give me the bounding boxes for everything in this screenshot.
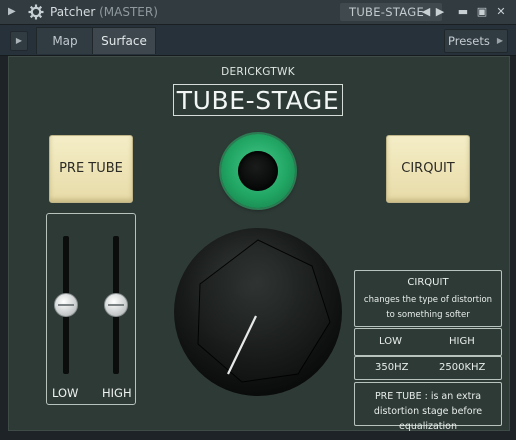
- plugin-selector-label: TUBE-STAGE: [349, 5, 425, 19]
- channel-name: (MASTER): [99, 5, 158, 19]
- low-slider-thumb[interactable]: [54, 293, 78, 317]
- drive-knob[interactable]: [172, 226, 344, 398]
- maximize-icon[interactable]: ▣: [475, 4, 489, 20]
- cirquit-button[interactable]: CIRQUIT: [386, 135, 470, 203]
- pre-tube-button[interactable]: PRE TUBE: [49, 135, 133, 203]
- tab-surface[interactable]: Surface: [92, 27, 156, 54]
- title-bar: ▶ Patcher (MASTER) TUBE-STAGE ◀ ▶ ▬ ▣ ✕: [0, 0, 516, 25]
- cirquit-info-box: CIRQUIT changes the type of distortion t…: [354, 270, 502, 327]
- low-slider-label: LOW: [52, 386, 79, 400]
- menu-arrow-icon[interactable]: ▶: [8, 5, 20, 19]
- status-led: [221, 134, 295, 208]
- window-title: Patcher (MASTER): [50, 4, 158, 20]
- pre-tube-info-desc: PRE TUBE : is an extra distortion stage …: [373, 391, 483, 432]
- presets-label: Presets: [448, 34, 490, 48]
- info-panel: CIRQUIT changes the type of distortion t…: [354, 270, 502, 432]
- tab-map[interactable]: Map: [36, 27, 94, 54]
- presets-button[interactable]: Presets ▶: [444, 29, 508, 53]
- band-high-label: HIGH: [449, 336, 475, 347]
- cirquit-info-title: CIRQUIT: [407, 277, 449, 288]
- band-low-freq: 350HZ: [375, 362, 409, 373]
- band-low-label: LOW: [379, 336, 402, 347]
- pre-tube-info-box: PRE TUBE : is an extra distortion stage …: [354, 382, 502, 432]
- prev-icon[interactable]: ◀: [419, 4, 433, 20]
- band-high-freq: 2500KHZ: [439, 362, 486, 373]
- high-slider-label: HIGH: [102, 386, 132, 400]
- app-name: Patcher: [50, 5, 96, 19]
- eq-band-frequencies: 350HZ 2500KHZ: [354, 356, 502, 380]
- plugin-author: DERICKGTWK: [221, 66, 295, 78]
- toolbar-menu-button[interactable]: ▶: [10, 31, 28, 51]
- next-icon[interactable]: ▶: [433, 4, 447, 20]
- close-icon[interactable]: ✕: [494, 4, 508, 20]
- plugin-logo: TUBE-STAGE: [173, 84, 343, 116]
- minimize-icon[interactable]: ▬: [456, 4, 470, 20]
- cirquit-info-desc: changes the type of distortion to someth…: [363, 295, 493, 320]
- presets-arrow-icon: ▶: [496, 36, 503, 45]
- gear-icon[interactable]: [28, 4, 44, 20]
- toolbar: ▶ Map Surface Presets ▶: [0, 25, 516, 56]
- eq-band-labels: LOW HIGH: [354, 328, 502, 356]
- high-slider-thumb[interactable]: [104, 293, 128, 317]
